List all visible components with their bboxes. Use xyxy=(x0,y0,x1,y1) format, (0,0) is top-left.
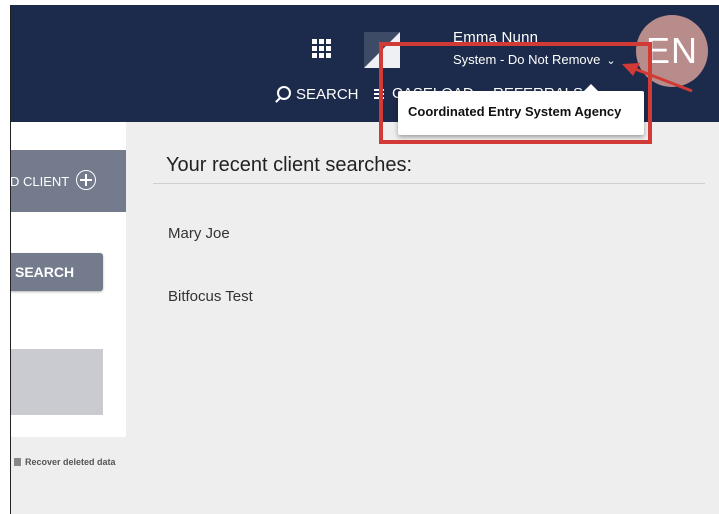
window-border-left xyxy=(10,5,11,514)
recent-client-item[interactable]: Bitfocus Test xyxy=(168,288,253,305)
app-page: Emma Nunn System - Do Not Remove ⌄ EN SEA… xyxy=(10,5,719,514)
apps-grid-icon[interactable] xyxy=(310,37,334,61)
search-icon xyxy=(277,86,291,100)
recover-label: Recover deleted data xyxy=(25,457,116,467)
sidebar-placeholder-box xyxy=(10,349,103,415)
nav-search[interactable]: SEARCH xyxy=(277,85,359,103)
recent-searches-title: Your recent client searches: xyxy=(166,154,413,176)
search-button[interactable]: SEARCH xyxy=(10,253,103,291)
left-sidebar: D CLIENT SEARCH xyxy=(10,122,126,437)
trash-icon xyxy=(14,458,21,466)
add-client-label: D CLIENT xyxy=(10,174,70,189)
recent-client-item[interactable]: Mary Joe xyxy=(168,225,230,242)
nav-search-label: SEARCH xyxy=(296,86,359,103)
annotation-arrow-icon xyxy=(622,63,693,93)
recover-deleted-data-link[interactable]: Recover deleted data xyxy=(14,457,116,467)
search-button-label: SEARCH xyxy=(15,264,75,280)
add-client-button[interactable]: D CLIENT xyxy=(10,150,126,212)
annotation-highlight-box xyxy=(379,42,652,144)
plus-circle-icon xyxy=(76,170,96,190)
divider xyxy=(153,183,705,184)
